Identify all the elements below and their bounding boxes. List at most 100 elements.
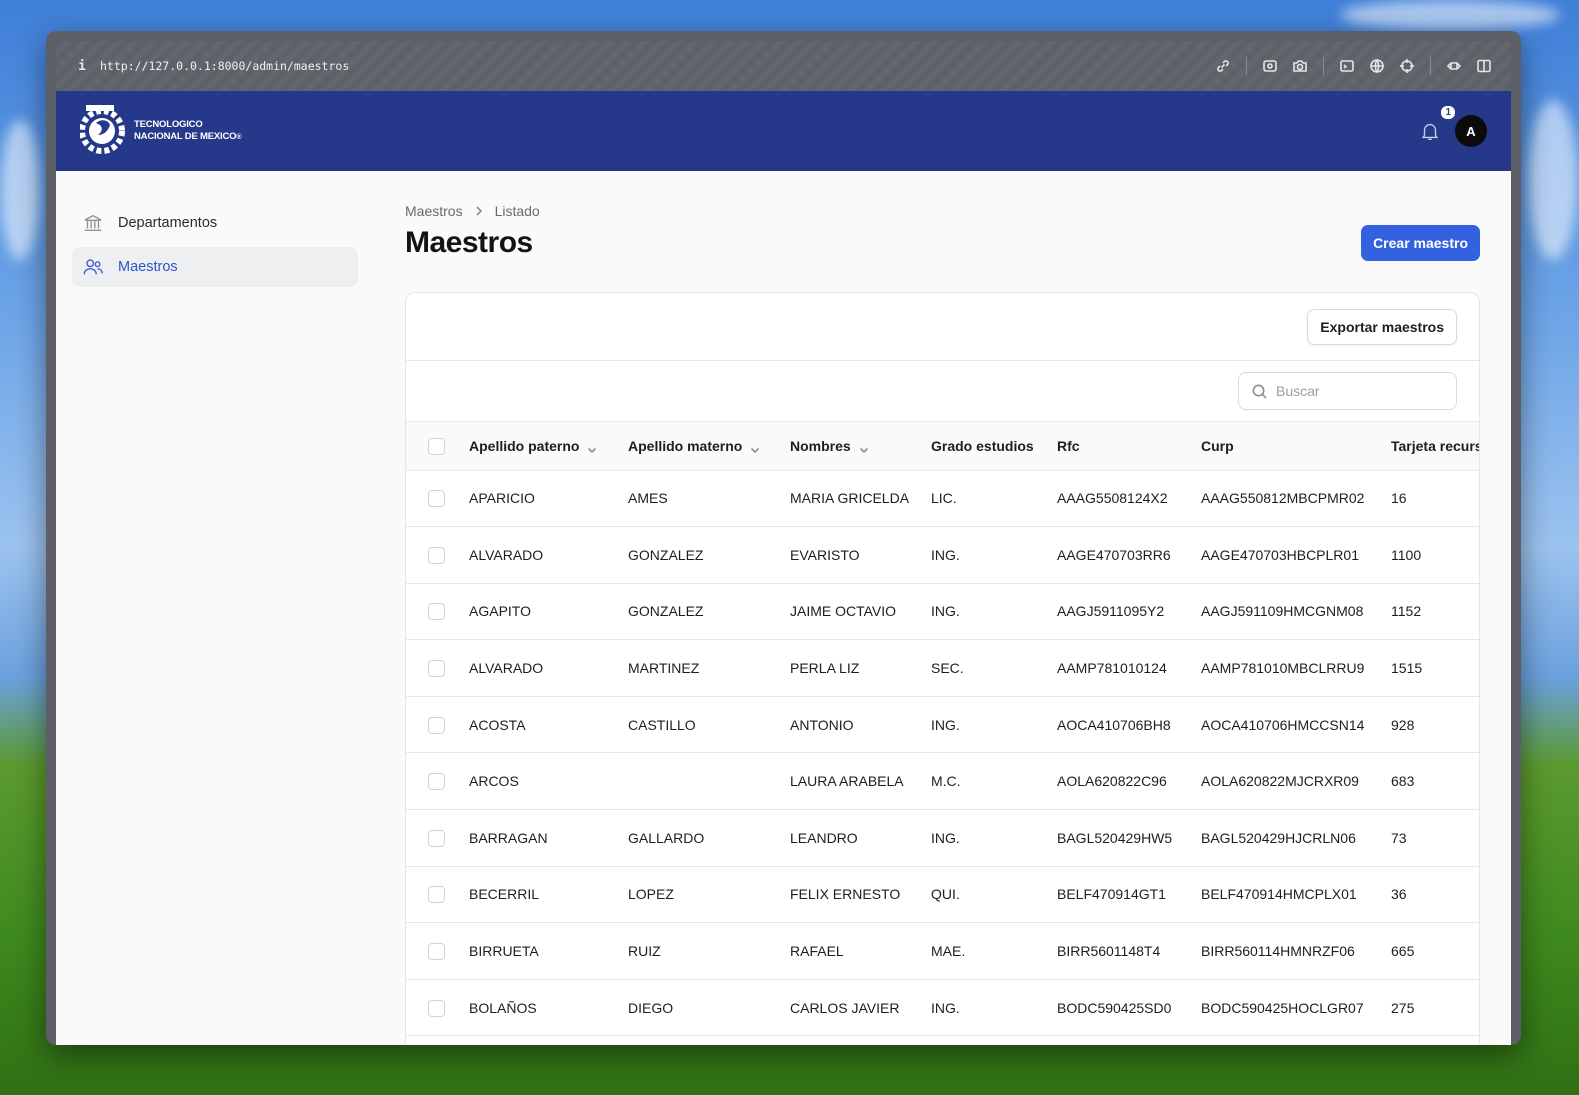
table-row[interactable]: ALVARADO GONZALEZ EVARISTO ING. AAGE470703RR… [406, 526, 1479, 584]
table-row[interactable]: ALVARADO MARTINEZ PERLA LIZ SEC. AAMP7810101… [406, 639, 1479, 697]
table-cell: 73 [1391, 809, 1479, 867]
column-header-grado-estudios: Grado estudios [931, 422, 1057, 471]
info-icon[interactable]: i [74, 59, 90, 74]
table-cell: BIRR560114HMNRZF06 [1201, 922, 1391, 980]
sidebar-icon[interactable] [1475, 57, 1493, 75]
table-cell: BAGL520429HW5 [1057, 809, 1201, 867]
table-cell: AAGE470703RR6 [1057, 526, 1201, 584]
table-cell: 1152 [1391, 583, 1479, 641]
url-bar[interactable]: http://127.0.0.1:8000/admin/maestros [100, 59, 349, 73]
table-cell: PERLA LIZ [790, 639, 931, 697]
table-cell: AOLA620822MJCRXR09 [1201, 752, 1391, 811]
extensions-icon[interactable] [1445, 57, 1463, 75]
link-icon[interactable] [1214, 57, 1232, 75]
table-cell: EVARISTO [790, 526, 931, 584]
table-row[interactable]: BECERRIL LOPEZ FELIX ERNESTO QUI. BELF470914… [406, 866, 1479, 924]
table-cell: BOLAÑOS [469, 979, 628, 1037]
column-header-curp: Curp [1201, 422, 1391, 471]
table-cell: SEC. [931, 639, 1057, 697]
table-cell: AAMP781010124 [1057, 639, 1201, 697]
table-cell: FELIX ERNESTO [790, 866, 931, 924]
table-cell: ING. [931, 979, 1057, 1037]
camera-icon[interactable] [1291, 57, 1309, 75]
table-cell: M.C. [931, 752, 1057, 811]
row-checkbox[interactable] [428, 490, 445, 508]
sidebar: Departamentos Maestros [72, 203, 358, 291]
table-cell: LAURA ARABELA [790, 752, 931, 811]
sidebar-item-departamentos[interactable]: Departamentos [72, 203, 358, 243]
table-row[interactable]: ARCOS LAURA ARABELA M.C. AOLA620822C96 AOLA6… [406, 752, 1479, 811]
table-row[interactable]: BARRAGAN GALLARDO LEANDRO ING. BAGL520429HW5… [406, 809, 1479, 867]
search-input[interactable] [1276, 383, 1436, 399]
table-cell: BIRRUETA [469, 922, 628, 980]
logo-text-line1: TECNOLOGICO [134, 118, 203, 130]
table-cell: 683 [1391, 752, 1479, 811]
user-avatar[interactable]: A [1455, 115, 1487, 147]
sort-chevron-icon[interactable] [750, 442, 760, 454]
table-cell: CASTILLO [628, 696, 790, 754]
table-row[interactable]: BIRRUETA RUIZ RAFAEL MAE. BIRR5601148T4 BIRR5… [406, 922, 1479, 980]
table-row[interactable]: AGAPITO GONZALEZ JAIME OCTAVIO ING. AAGJ5911… [406, 583, 1479, 641]
breadcrumb-link-maestros[interactable]: Maestros [405, 203, 463, 219]
breadcrumb: Maestros Listado [405, 203, 1480, 219]
tecnm-logo[interactable]: TECNOLOGICO NACIONAL DE MEXICO® [80, 99, 241, 163]
table-cell: APARICIO [469, 470, 628, 528]
table-row[interactable]: BOLAÑOS DIEGO CARLOS JAVIER ING. BODC590425S… [406, 979, 1479, 1037]
row-checkbox[interactable] [428, 829, 445, 847]
column-header-rfc: Rfc [1057, 422, 1201, 471]
table-cell: JAIME OCTAVIO [790, 583, 931, 641]
chevron-right-icon [476, 206, 482, 216]
table-cell: ING. [931, 696, 1057, 754]
notifications-button[interactable]: 1 [1419, 106, 1455, 142]
search-box[interactable] [1238, 372, 1457, 410]
row-checkbox[interactable] [428, 716, 445, 734]
table-cell: MAE. [931, 922, 1057, 980]
table-cell: ACOSTA [469, 696, 628, 754]
terminal-icon[interactable] [1338, 57, 1356, 75]
table-row[interactable]: ACOSTA CASTILLO ANTONIO ING. AOCA410706BH8 AO… [406, 696, 1479, 754]
column-header-apellido-paterno[interactable]: Apellido paterno [469, 422, 628, 471]
table-cell: 16 [1391, 470, 1479, 528]
table-cell: ANTONIO [790, 696, 931, 754]
table-cell: AOCA410706HMCCSN14 [1201, 696, 1391, 754]
row-checkbox[interactable] [428, 886, 445, 904]
table-cell: LEANDRO [790, 809, 931, 867]
table-cell: DIEGO [628, 979, 790, 1037]
table-header-row: Apellido paterno Apellido materno Nombre… [406, 422, 1479, 471]
table-row[interactable]: APARICIO AMES MARIA GRICELDA LIC. AAAG550812… [406, 470, 1479, 528]
sort-chevron-icon[interactable] [587, 442, 597, 454]
admin-app: TECNOLOGICO NACIONAL DE MEXICO® 1 A Depa… [56, 91, 1511, 1045]
table-cell: AAGE470703HBCPLR01 [1201, 526, 1391, 584]
table-cell: MARTINEZ [628, 639, 790, 697]
table-cell: 665 [1391, 922, 1479, 980]
column-header-nombres[interactable]: Nombres [790, 422, 931, 471]
screenshot-icon[interactable] [1261, 57, 1279, 75]
table-cell: GALLARDO [628, 809, 790, 867]
row-checkbox[interactable] [428, 942, 445, 960]
row-checkbox[interactable] [428, 546, 445, 564]
create-maestro-button[interactable]: Crear maestro [1361, 225, 1480, 261]
row-checkbox[interactable] [428, 659, 445, 677]
row-checkbox[interactable] [428, 773, 445, 791]
table-cell: RAFAEL [790, 922, 931, 980]
sort-chevron-icon[interactable] [859, 442, 869, 454]
globe-icon[interactable] [1368, 57, 1386, 75]
table-cell: GONZALEZ [628, 583, 790, 641]
sidebar-item-label: Departamentos [118, 215, 218, 231]
column-header-apellido-materno[interactable]: Apellido materno [628, 422, 790, 471]
select-all-checkbox[interactable] [428, 437, 445, 455]
row-checkbox[interactable] [428, 999, 445, 1017]
row-checkbox[interactable] [428, 603, 445, 621]
sidebar-item-maestros[interactable]: Maestros [72, 247, 358, 287]
table-cell: AAGJ5911095Y2 [1057, 583, 1201, 641]
export-maestros-button[interactable]: Exportar maestros [1307, 308, 1457, 345]
notification-badge: 1 [1441, 106, 1455, 119]
maestros-table-card: Exportar maestros Apellido p [405, 292, 1480, 1045]
crosshair-icon[interactable] [1398, 57, 1416, 75]
table-cell: AAGJ591109HMCGNM08 [1201, 583, 1391, 641]
table-cell: ALVARADO [469, 526, 628, 584]
browser-window: i http://127.0.0.1:8000/admin/maestros T… [46, 31, 1521, 1045]
table-cell: GONZALEZ [628, 526, 790, 584]
table-cell: AOCA410706BH8 [1057, 696, 1201, 754]
table-cell: AAMP781010MBCLRRU9 [1201, 639, 1391, 697]
